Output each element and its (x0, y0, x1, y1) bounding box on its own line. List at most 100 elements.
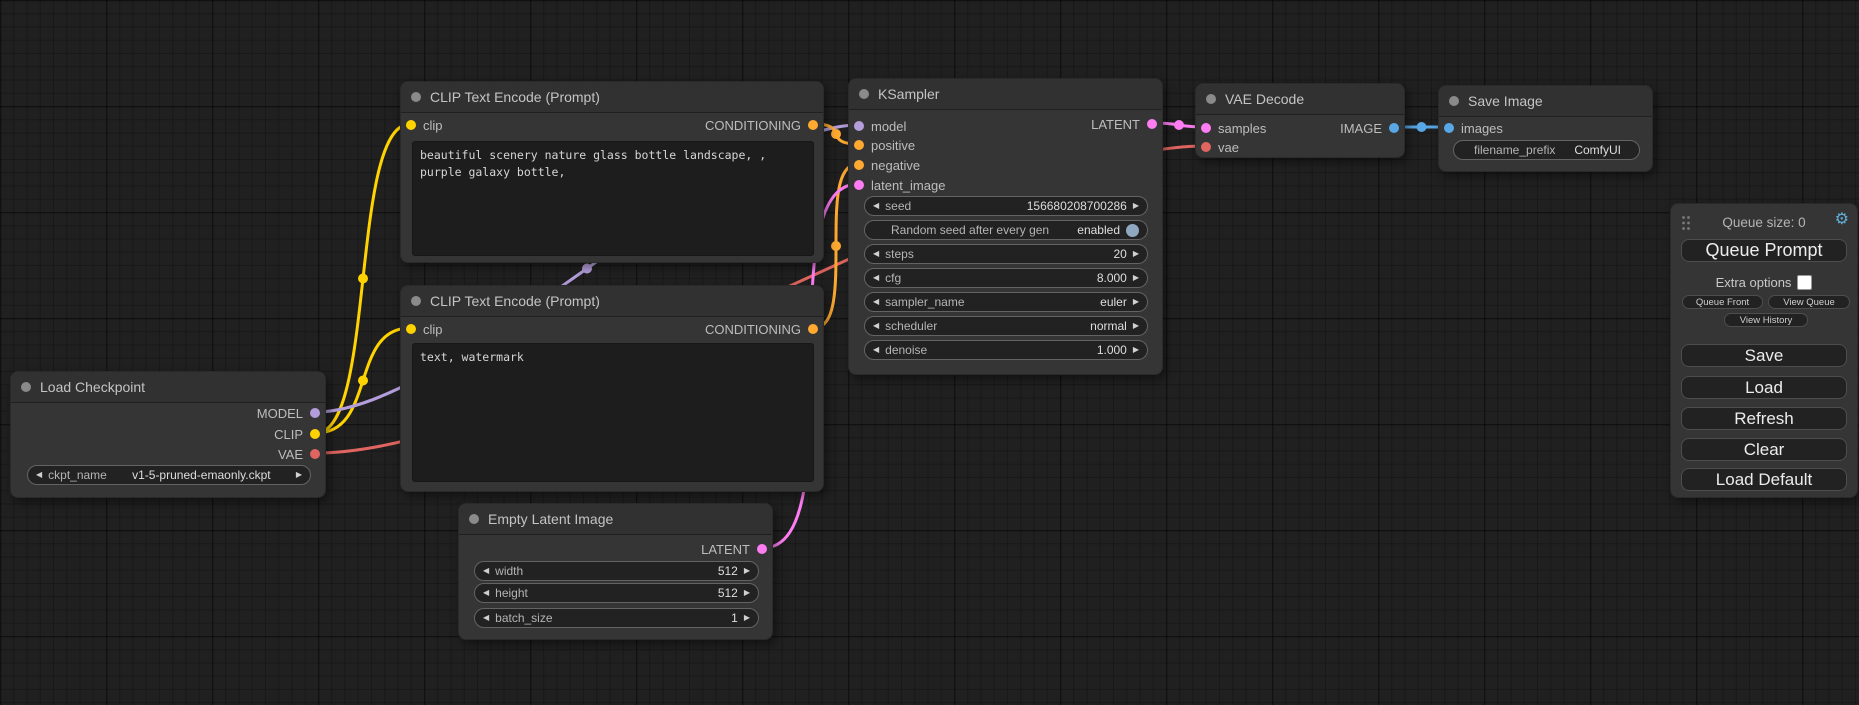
decrement-arrow-icon[interactable] (873, 346, 879, 354)
increment-arrow-icon[interactable] (1133, 202, 1139, 210)
collapse-dot-icon[interactable] (1449, 96, 1459, 106)
input-slot-model[interactable]: model (854, 118, 906, 134)
model-port-icon[interactable] (854, 121, 864, 131)
output-slot-clip[interactable]: CLIP (274, 426, 320, 442)
node-load-checkpoint[interactable]: Load Checkpoint MODEL CLIP VAE ckpt_name… (10, 371, 326, 498)
decrement-arrow-icon[interactable] (483, 614, 489, 622)
queue-front-button[interactable]: Queue Front (1682, 295, 1763, 309)
input-slot-clip[interactable]: clip (406, 117, 443, 133)
node-header[interactable]: CLIP Text Encode (Prompt) (401, 82, 823, 113)
view-queue-button[interactable]: View Queue (1768, 295, 1850, 309)
increment-arrow-icon[interactable] (1133, 298, 1139, 306)
settings-gear-icon[interactable]: ⚙ (1835, 212, 1849, 228)
negative-prompt-textarea[interactable]: text, watermark (412, 343, 814, 482)
clear-button[interactable]: Clear (1681, 438, 1847, 461)
increment-arrow-icon[interactable] (744, 589, 750, 597)
input-slot-vae[interactable]: vae (1201, 139, 1239, 155)
increment-arrow-icon[interactable] (296, 471, 302, 479)
node-ksampler[interactable]: KSampler model positive negative latent_… (848, 78, 1163, 375)
latent-port-icon[interactable] (1201, 123, 1211, 133)
collapse-dot-icon[interactable] (21, 382, 31, 392)
denoise-widget[interactable]: denoise 1.000 (864, 340, 1148, 360)
graph-canvas[interactable]: Load Checkpoint MODEL CLIP VAE ckpt_name… (0, 0, 1859, 705)
increment-arrow-icon[interactable] (744, 567, 750, 575)
output-slot-model[interactable]: MODEL (257, 405, 320, 421)
clip-port-icon[interactable] (406, 120, 416, 130)
queue-menu-panel[interactable]: Queue size: 0 ⚙ Queue Prompt Extra optio… (1670, 203, 1858, 498)
node-save-image[interactable]: Save Image images filename_prefix ComfyU… (1438, 85, 1653, 172)
input-slot-images[interactable]: images (1444, 120, 1503, 136)
batch-size-widget[interactable]: batch_size 1 (474, 608, 759, 628)
node-header[interactable]: VAE Decode (1196, 84, 1404, 115)
node-empty-latent-image[interactable]: Empty Latent Image LATENT width 512 heig… (458, 503, 773, 640)
collapse-dot-icon[interactable] (469, 514, 479, 524)
node-header[interactable]: Load Checkpoint (11, 372, 325, 403)
toggle-state-icon[interactable] (1126, 224, 1139, 237)
image-port-icon[interactable] (1389, 123, 1399, 133)
node-header[interactable]: Save Image (1439, 86, 1652, 117)
input-slot-clip[interactable]: clip (406, 321, 443, 337)
output-slot-latent[interactable]: LATENT (1091, 116, 1157, 132)
decrement-arrow-icon[interactable] (873, 298, 879, 306)
node-clip-text-encode-negative[interactable]: CLIP Text Encode (Prompt) clip CONDITION… (400, 285, 824, 492)
sampler-name-widget[interactable]: sampler_name euler (864, 292, 1148, 312)
model-port-icon[interactable] (310, 408, 320, 418)
decrement-arrow-icon[interactable] (873, 250, 879, 258)
collapse-dot-icon[interactable] (411, 296, 421, 306)
collapse-dot-icon[interactable] (411, 92, 421, 102)
clip-port-icon[interactable] (406, 324, 416, 334)
ckpt-name-widget[interactable]: ckpt_name v1-5-pruned-emaonly.ckpt (27, 465, 311, 485)
increment-arrow-icon[interactable] (1133, 322, 1139, 330)
increment-arrow-icon[interactable] (1133, 274, 1139, 282)
decrement-arrow-icon[interactable] (483, 589, 489, 597)
conditioning-port-icon[interactable] (808, 120, 818, 130)
width-widget[interactable]: width 512 (474, 561, 759, 581)
decrement-arrow-icon[interactable] (873, 274, 879, 282)
random-seed-toggle[interactable]: Random seed after every gen enabled (864, 220, 1148, 240)
collapse-dot-icon[interactable] (859, 89, 869, 99)
positive-prompt-textarea[interactable]: beautiful scenery nature glass bottle la… (412, 141, 814, 256)
collapse-dot-icon[interactable] (1206, 94, 1216, 104)
node-clip-text-encode-positive[interactable]: CLIP Text Encode (Prompt) clip CONDITION… (400, 81, 824, 263)
output-slot-latent[interactable]: LATENT (701, 541, 767, 557)
conditioning-port-icon[interactable] (854, 140, 864, 150)
input-slot-latent-image[interactable]: latent_image (854, 177, 945, 193)
node-vae-decode[interactable]: VAE Decode samples vae IMAGE (1195, 83, 1405, 158)
increment-arrow-icon[interactable] (744, 614, 750, 622)
conditioning-port-icon[interactable] (808, 324, 818, 334)
conditioning-port-icon[interactable] (854, 160, 864, 170)
latent-port-icon[interactable] (854, 180, 864, 190)
decrement-arrow-icon[interactable] (873, 202, 879, 210)
output-slot-conditioning[interactable]: CONDITIONING (705, 321, 818, 337)
decrement-arrow-icon[interactable] (36, 471, 42, 479)
filename-prefix-widget[interactable]: filename_prefix ComfyUI (1453, 140, 1640, 160)
vae-port-icon[interactable] (310, 449, 320, 459)
output-slot-conditioning[interactable]: CONDITIONING (705, 117, 818, 133)
seed-widget[interactable]: seed 156680208700286 (864, 196, 1148, 216)
node-header[interactable]: KSampler (849, 79, 1162, 110)
save-button[interactable]: Save (1681, 344, 1847, 367)
output-slot-image[interactable]: IMAGE (1340, 120, 1399, 136)
decrement-arrow-icon[interactable] (873, 322, 879, 330)
refresh-button[interactable]: Refresh (1681, 407, 1847, 430)
height-widget[interactable]: height 512 (474, 583, 759, 603)
input-slot-positive[interactable]: positive (854, 137, 915, 153)
load-button[interactable]: Load (1681, 376, 1847, 399)
view-history-button[interactable]: View History (1724, 313, 1808, 327)
queue-prompt-button[interactable]: Queue Prompt (1681, 239, 1847, 262)
increment-arrow-icon[interactable] (1133, 250, 1139, 258)
scheduler-widget[interactable]: scheduler normal (864, 316, 1148, 336)
cfg-widget[interactable]: cfg 8.000 (864, 268, 1148, 288)
latent-port-icon[interactable] (757, 544, 767, 554)
node-header[interactable]: CLIP Text Encode (Prompt) (401, 286, 823, 317)
decrement-arrow-icon[interactable] (483, 567, 489, 575)
increment-arrow-icon[interactable] (1133, 346, 1139, 354)
input-slot-negative[interactable]: negative (854, 157, 920, 173)
latent-port-icon[interactable] (1147, 119, 1157, 129)
load-default-button[interactable]: Load Default (1681, 468, 1847, 491)
extra-options-checkbox[interactable] (1797, 275, 1812, 290)
output-slot-vae[interactable]: VAE (278, 446, 320, 462)
input-slot-samples[interactable]: samples (1201, 120, 1266, 136)
image-port-icon[interactable] (1444, 123, 1454, 133)
clip-port-icon[interactable] (310, 429, 320, 439)
